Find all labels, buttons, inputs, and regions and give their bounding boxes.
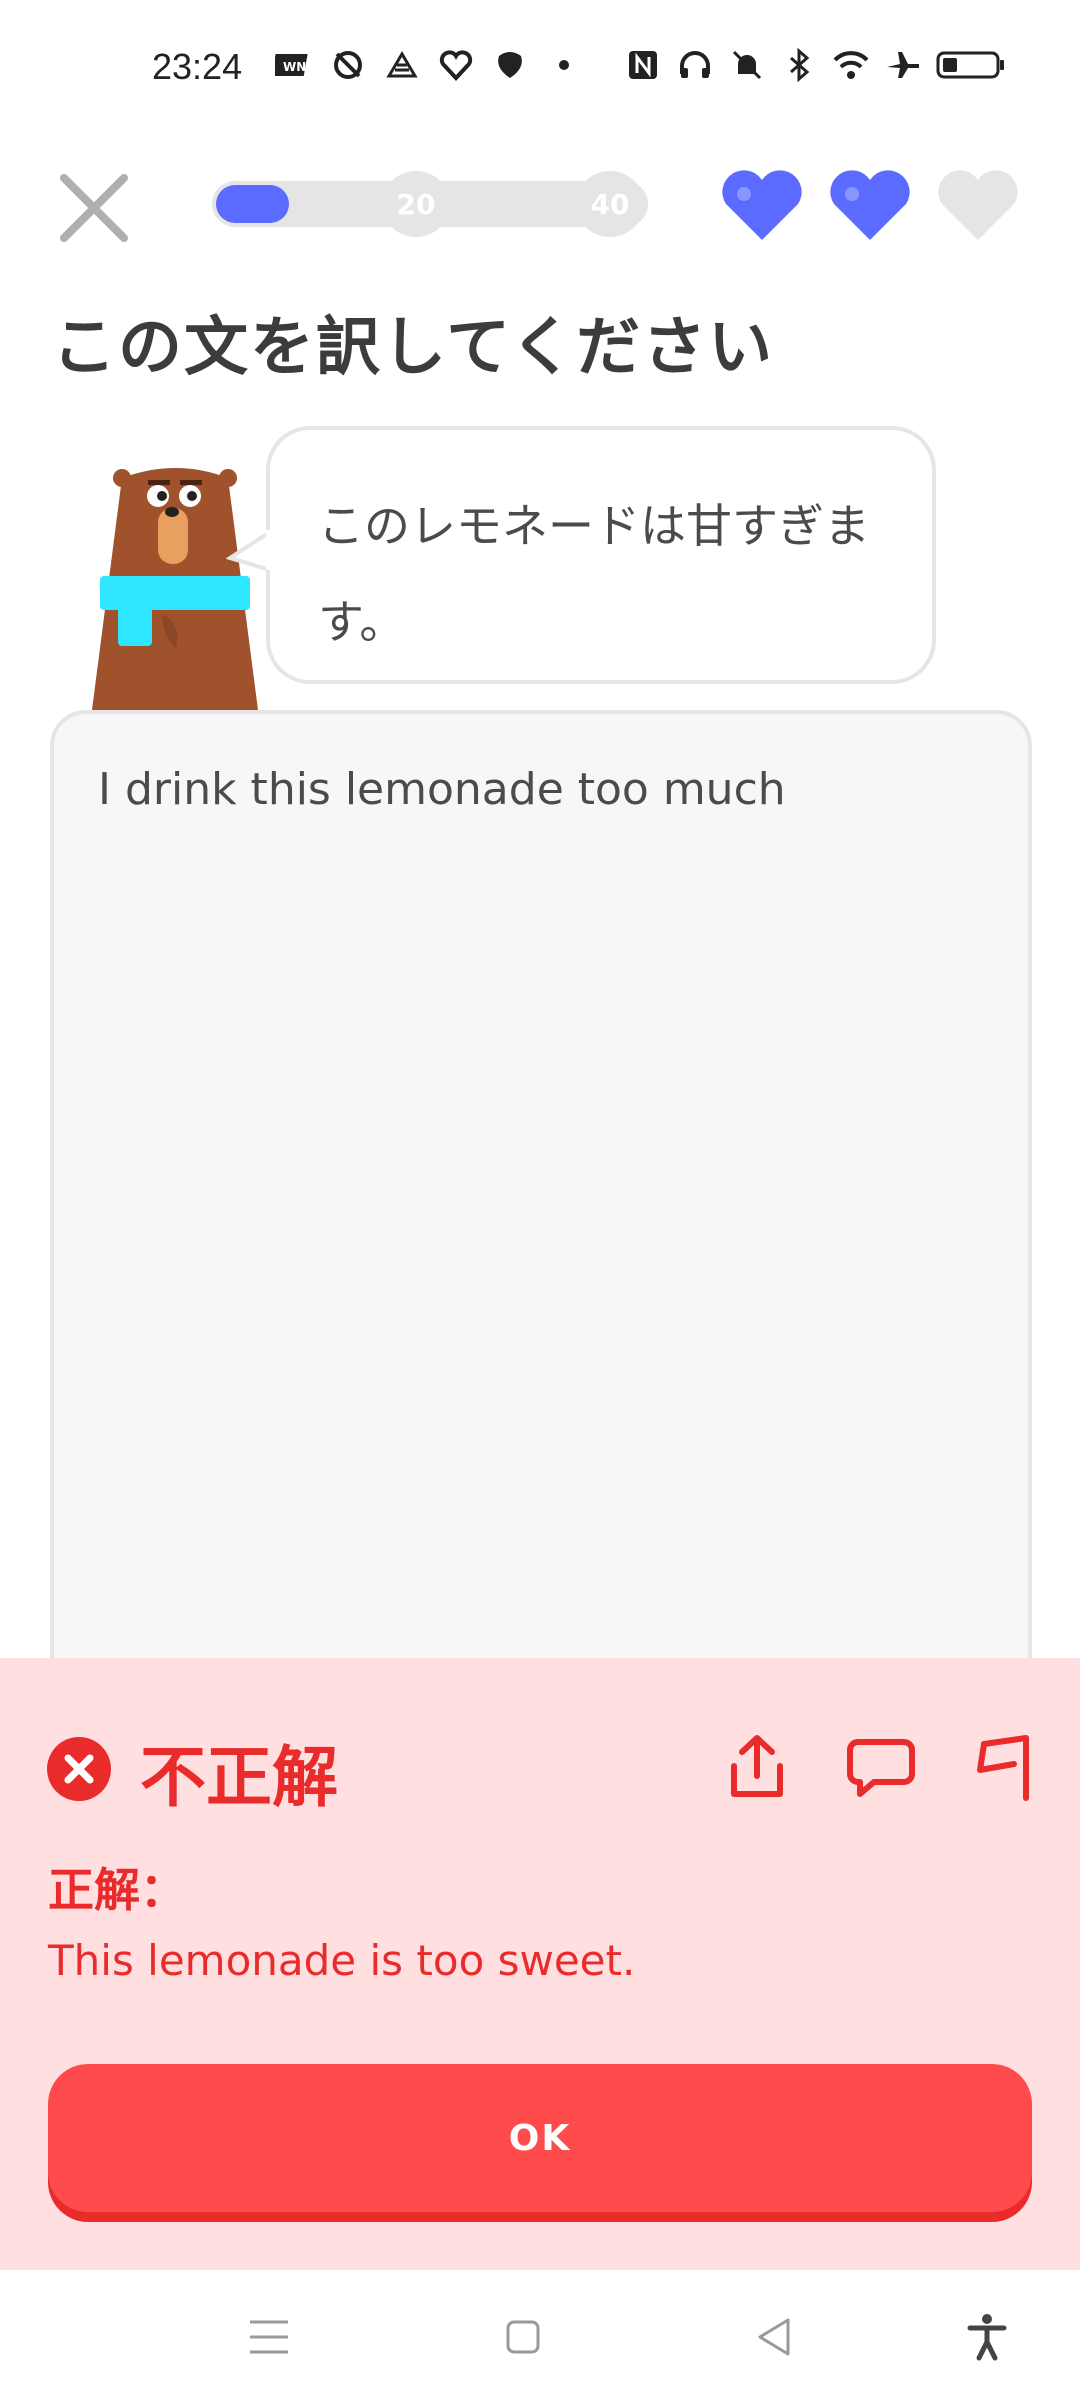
feedback-actions <box>720 1730 1042 1804</box>
speech-bubble: このレモネードは甘すぎます。 <box>266 426 936 684</box>
back-icon[interactable] <box>748 2310 802 2364</box>
feedback-title: 不正解 <box>140 1739 338 1816</box>
home-icon[interactable] <box>496 2310 550 2364</box>
bear-character <box>92 468 258 710</box>
milestone-marker: 20 <box>382 171 450 237</box>
headphones-icon <box>676 46 714 84</box>
close-button[interactable] <box>52 166 136 250</box>
bell-off-icon <box>728 46 766 84</box>
system-navigation-bar <box>0 2270 1080 2400</box>
heart-icon <box>938 170 1018 240</box>
correct-answer-label: 正解： <box>48 1863 186 1917</box>
app-icon <box>383 46 421 84</box>
heart-app-icon <box>437 46 475 84</box>
comment-icon[interactable] <box>844 1730 918 1804</box>
ok-button[interactable]: OK <box>48 2064 1032 2212</box>
bluetooth-icon <box>780 46 818 84</box>
sync-icon <box>329 46 367 84</box>
incorrect-icon <box>47 1737 111 1801</box>
nfc-icon <box>624 46 662 84</box>
notification-icons: WN <box>275 46 583 84</box>
wn-app-icon: WN <box>275 46 313 84</box>
bubble-tail-cover <box>266 530 276 570</box>
share-icon[interactable] <box>720 1730 794 1804</box>
battery-icon <box>936 46 1006 84</box>
milestone-marker: 40 <box>576 171 644 237</box>
exercise-prompt: この文を訳してください <box>52 311 775 385</box>
status-time: 23:24 <box>152 46 243 87</box>
progress-fill <box>216 185 289 223</box>
answer-text: I drink this lemonade too much <box>98 764 786 815</box>
airplane-icon <box>884 46 922 84</box>
system-icons <box>624 46 1006 84</box>
close-icon <box>60 174 128 242</box>
menu-icon[interactable] <box>242 2310 296 2364</box>
dot-icon <box>545 46 583 84</box>
status-bar: 23:24 WN <box>0 0 1080 140</box>
wifi-icon <box>832 46 870 84</box>
hearts <box>720 168 1020 244</box>
lesson-progress-bar: 20 40 <box>212 171 648 237</box>
feedback-panel: 不正解 正解： This lemonade is too sweet. OK <box>0 1658 1080 2270</box>
svg-text:WN: WN <box>283 60 306 74</box>
flag-icon[interactable] <box>968 1730 1042 1804</box>
heart-icon <box>830 170 910 240</box>
source-sentence: このレモネードは甘すぎます。 <box>318 499 870 649</box>
answer-input[interactable]: I drink this lemonade too much <box>50 710 1032 1710</box>
accessibility-icon[interactable] <box>960 2310 1014 2364</box>
heart-icon <box>722 170 802 240</box>
correct-answer-text: This lemonade is too sweet. <box>48 1936 636 1985</box>
leaf-app-icon <box>491 46 529 84</box>
